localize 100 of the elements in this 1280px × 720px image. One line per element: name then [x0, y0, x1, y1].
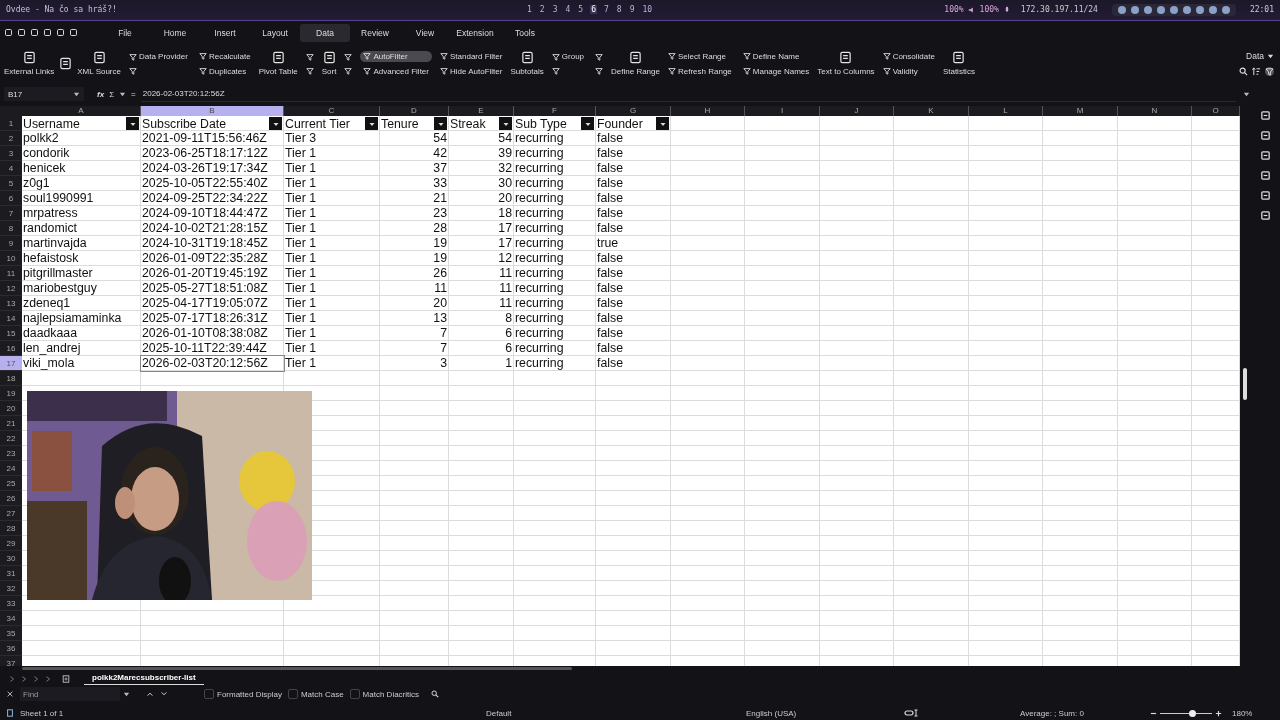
ribbon-button[interactable]: Refresh Range [664, 65, 735, 77]
ribbon-button[interactable]: Sort [321, 51, 337, 77]
autofilter-button[interactable] [269, 117, 282, 131]
ribbon-button[interactable]: Recalculate [195, 50, 254, 62]
sidebar-icon[interactable] [1259, 110, 1271, 122]
autofilter-button[interactable] [581, 117, 594, 131]
sidebar-icon[interactable] [1259, 190, 1271, 202]
row-header[interactable]: 30 [0, 551, 22, 567]
row-header[interactable]: 29 [0, 536, 22, 552]
ribbon-button[interactable]: Text to Columns [817, 51, 875, 77]
ribbon-button[interactable]: External Links [4, 51, 55, 77]
ribbon-button[interactable]: Group [548, 51, 588, 63]
ribbon-button[interactable]: Data Provider [126, 51, 191, 63]
ribbon-icon-button[interactable] [59, 57, 73, 71]
close-icon[interactable] [6, 690, 14, 699]
menu-tab[interactable]: Home [150, 23, 200, 42]
column-header[interactable]: M [1043, 106, 1118, 117]
row-header[interactable]: 22 [0, 431, 22, 447]
search-icon[interactable] [1239, 67, 1248, 77]
add-sheet-icon[interactable] [62, 675, 70, 684]
row-header[interactable]: 3 [0, 146, 22, 162]
row-header[interactable]: 23 [0, 446, 22, 462]
workspace-button[interactable]: 4 [564, 5, 572, 15]
row-header[interactable]: 28 [0, 521, 22, 537]
column-header[interactable]: A [22, 106, 141, 117]
speaker-icon[interactable] [967, 5, 976, 14]
menu-tab[interactable]: Data [300, 23, 350, 42]
row-header[interactable]: 16 [0, 341, 22, 357]
ribbon-button[interactable]: Standard Filter [437, 50, 506, 62]
workspace-button[interactable]: 10 [641, 5, 654, 15]
row-header[interactable]: 27 [0, 506, 22, 522]
autofilter-button[interactable] [365, 117, 378, 131]
ribbon-button[interactable]: Advanced Filter [360, 65, 432, 77]
menu-tab[interactable]: Extension [450, 23, 500, 42]
zoom-in-icon[interactable] [1215, 709, 1222, 717]
ribbon-button[interactable]: Consolidate [879, 50, 938, 62]
menu-tab[interactable]: Insert [200, 23, 250, 42]
row-header[interactable]: 12 [0, 281, 22, 297]
menu-tab[interactable]: View [400, 23, 450, 42]
sidebar-icon[interactable] [1259, 150, 1271, 162]
column-header[interactable]: E [449, 106, 514, 117]
menu-tab[interactable]: Layout [250, 23, 300, 42]
row-header[interactable]: 34 [0, 611, 22, 627]
column-header[interactable]: C [284, 106, 380, 117]
caret-icon[interactable] [119, 90, 127, 98]
workspace-button[interactable]: 5 [577, 5, 585, 15]
row-header[interactable]: 4 [0, 161, 22, 177]
find-previous-icon[interactable] [146, 690, 154, 699]
ribbon-button[interactable]: Validity [879, 65, 938, 77]
menu-tab[interactable]: Review [350, 23, 400, 42]
row-header[interactable]: 32 [0, 581, 22, 597]
row-header[interactable]: 25 [0, 476, 22, 492]
expand-icon[interactable] [1243, 90, 1250, 98]
column-header[interactable]: G [596, 106, 671, 117]
filter-icon[interactable] [1265, 67, 1274, 77]
sum-button[interactable]: Σ [109, 89, 115, 99]
column-header[interactable]: B [141, 106, 284, 117]
row-header[interactable]: 11 [0, 266, 22, 282]
row-header[interactable]: 7 [0, 206, 22, 222]
ribbon-button[interactable]: Duplicates [195, 65, 254, 77]
column-header[interactable]: D [380, 106, 449, 117]
scrollbar-thumb[interactable] [22, 667, 572, 671]
sidebar-icon[interactable] [1259, 130, 1271, 142]
scrollbar-thumb[interactable] [1243, 368, 1247, 401]
checkbox[interactable] [287, 689, 298, 700]
column-header[interactable]: K [894, 106, 969, 117]
workspace-button[interactable]: 6 [590, 5, 597, 15]
column-header[interactable]: H [671, 106, 745, 117]
workspace-button[interactable]: 1 [526, 5, 533, 15]
ribbon-button[interactable]: AutoFilter [360, 50, 432, 62]
row-header[interactable]: 19 [0, 386, 22, 402]
zoom-slider-thumb[interactable] [1189, 709, 1197, 717]
row-header[interactable]: 10 [0, 251, 22, 267]
row-header[interactable]: 6 [0, 191, 22, 207]
checkbox[interactable] [204, 689, 214, 700]
ribbon-button[interactable]: Define Name [739, 50, 813, 62]
row-header[interactable]: 8 [0, 221, 22, 237]
row-header[interactable]: 2 [0, 131, 22, 147]
menu-tab[interactable]: Tools [500, 23, 550, 42]
ribbon-button[interactable]: Define Range [611, 51, 660, 77]
row-header[interactable]: 35 [0, 626, 22, 642]
row-header[interactable]: 1 [0, 116, 22, 132]
row-header[interactable]: 15 [0, 326, 22, 342]
autofilter-button[interactable] [499, 117, 512, 131]
column-header[interactable]: I [745, 106, 820, 117]
workspace-button[interactable]: 7 [602, 5, 610, 15]
workspace-button[interactable]: 2 [538, 5, 546, 15]
workspace-button[interactable]: 8 [615, 5, 623, 15]
workspace-button[interactable]: 9 [628, 5, 636, 15]
row-header[interactable]: 21 [0, 416, 22, 432]
row-header[interactable]: 20 [0, 401, 22, 417]
autofilter-button[interactable] [126, 117, 139, 131]
column-header[interactable]: O [1192, 106, 1240, 117]
row-header[interactable]: 31 [0, 566, 22, 582]
row-header[interactable]: 24 [0, 461, 22, 477]
row-header[interactable]: 33 [0, 596, 22, 612]
workspace-button[interactable]: 3 [551, 5, 559, 15]
column-header[interactable]: N [1118, 106, 1192, 117]
row-header[interactable]: 9 [0, 236, 22, 252]
function-wizard-button[interactable]: fx [97, 89, 105, 99]
